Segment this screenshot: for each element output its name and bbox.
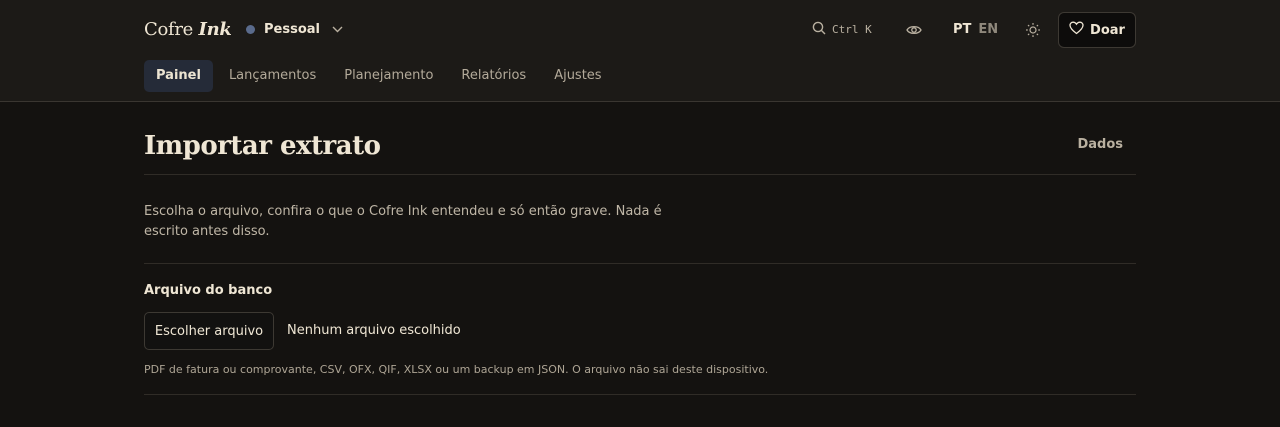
lang-pt[interactable]: PT (953, 22, 971, 37)
divider (144, 263, 1136, 264)
lang-en[interactable]: EN (978, 22, 998, 37)
search-shortcut: Ctrl K (832, 23, 872, 36)
tab-painel[interactable]: Painel (144, 60, 213, 92)
profile-color-dot (246, 25, 255, 34)
field-label-bank-file: Arquivo do banco (144, 283, 273, 298)
tab-ajustes[interactable]: Ajustes (542, 60, 613, 92)
main-nav: Painel Lançamentos Planejamento Relatóri… (144, 60, 618, 92)
brand-accent: Ink (198, 19, 232, 40)
file-status: Nenhum arquivo escolhido (287, 323, 461, 338)
brand-logo[interactable]: Cofre Ink (144, 19, 232, 40)
eye-icon[interactable] (906, 22, 922, 42)
donate-button[interactable]: Doar (1058, 12, 1136, 48)
tab-planejamento[interactable]: Planejamento (332, 60, 445, 92)
intro-text: Escolha o arquivo, confira o que o Cofre… (144, 204, 662, 239)
brand-name: Cofre (144, 19, 194, 40)
search-icon (812, 21, 832, 38)
divider (144, 394, 1136, 395)
profile-name: Pessoal (264, 22, 320, 37)
tab-lancamentos[interactable]: Lançamentos (217, 60, 328, 92)
choose-file-button[interactable]: Escolher arquivo (144, 312, 274, 350)
profile-switcher[interactable]: Pessoal (246, 22, 343, 37)
page-title: Importar extrato (144, 131, 381, 161)
file-hint: PDF de fatura ou comprovante, CSV, OFX, … (144, 363, 769, 376)
heart-icon (1069, 21, 1084, 39)
app-header: Cofre Ink Pessoal Ctrl K PT EN Doar Pain… (0, 0, 1280, 102)
chevron-down-icon (332, 22, 343, 37)
divider (144, 174, 1136, 175)
search-button[interactable]: Ctrl K (812, 21, 872, 38)
donate-label: Doar (1090, 22, 1125, 38)
sun-icon[interactable] (1025, 22, 1041, 42)
dados-link[interactable]: Dados (1077, 137, 1123, 152)
tab-relatorios[interactable]: Relatórios (449, 60, 538, 92)
language-switcher: PT EN (953, 22, 998, 37)
